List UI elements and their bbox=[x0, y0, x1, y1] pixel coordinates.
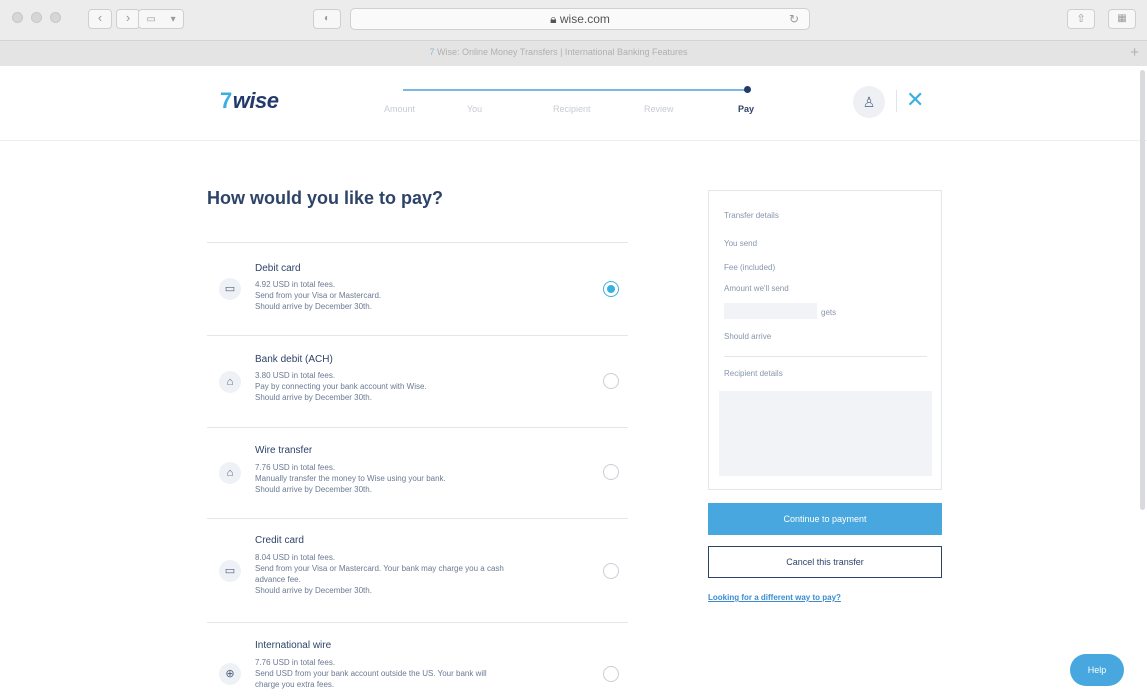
fee-label: Fee (included) bbox=[724, 263, 776, 272]
radio-debit-card[interactable] bbox=[603, 281, 619, 297]
back-button[interactable]: ‹ bbox=[88, 9, 112, 29]
minimize-window-button[interactable] bbox=[31, 12, 42, 23]
option-description: Send from your Visa or Mastercard. bbox=[255, 291, 382, 300]
option-fee: 7.76 USD in total fees. bbox=[255, 658, 336, 667]
forward-button[interactable]: › bbox=[116, 9, 140, 29]
step-review: Review bbox=[644, 104, 674, 114]
payment-option-wire-transfer[interactable]: ⌂ Wire transfer 7.76 USD in total fees. … bbox=[207, 428, 628, 519]
wise-favicon-icon: 7 bbox=[429, 47, 435, 57]
chevron-down-icon: ▾ bbox=[170, 13, 176, 25]
address-bar[interactable]: 🔒︎ wise.com ↻ bbox=[350, 8, 810, 30]
privacy-report-button[interactable]: ◐ bbox=[313, 9, 341, 29]
option-description: Manually transfer the money to Wise usin… bbox=[255, 474, 446, 483]
tab-overview-button[interactable]: ▦ bbox=[1108, 9, 1136, 29]
lock-icon: 🔒︎ bbox=[550, 12, 557, 26]
different-way-to-pay-link[interactable]: Looking for a different way to pay? bbox=[708, 593, 841, 602]
radio-credit-card[interactable] bbox=[603, 563, 619, 579]
recipient-details-heading: Recipient details bbox=[724, 369, 783, 378]
site-header: 7wise Amount You Recipient Review Pay ♙ … bbox=[0, 66, 1147, 141]
window-controls bbox=[12, 12, 61, 23]
close-window-button[interactable] bbox=[12, 12, 23, 23]
transfer-summary-panel: Transfer details You send Fee (included)… bbox=[708, 190, 942, 490]
radio-wire-transfer[interactable] bbox=[603, 464, 619, 480]
option-arrival: Should arrive by December 30th. bbox=[255, 485, 372, 494]
user-icon: ♙ bbox=[862, 94, 876, 110]
card-icon: ▭ bbox=[219, 278, 241, 300]
step-pay: Pay bbox=[738, 104, 755, 114]
cancel-transfer-button[interactable]: Cancel this transfer bbox=[708, 546, 942, 578]
option-title: Wire transfer bbox=[255, 445, 313, 456]
page-scrollbar[interactable] bbox=[1140, 70, 1145, 510]
tab-strip: 7 Wise: Online Money Transfers | Interna… bbox=[0, 40, 1147, 66]
payment-option-international-wire[interactable]: ⊕ International wire 7.76 USD in total f… bbox=[207, 623, 628, 699]
option-description: Pay by connecting your bank account with… bbox=[255, 382, 427, 391]
recipient-name-placeholder bbox=[724, 303, 817, 319]
browser-chrome: ‹ › ▭ ▾ ◐ 🔒︎ wise.com ↻ ⇧ ▦ 7 Wise: Onli… bbox=[0, 0, 1147, 66]
wise-flag-icon: 7 bbox=[220, 88, 232, 113]
continue-to-payment-button[interactable]: Continue to payment bbox=[708, 503, 942, 535]
gets-label: gets bbox=[821, 308, 837, 317]
page-title: How would you like to pay? bbox=[207, 188, 444, 208]
share-icon: ⇧ bbox=[1076, 13, 1086, 25]
wise-logo[interactable]: 7wise bbox=[220, 88, 279, 114]
url-text: wise.com bbox=[559, 12, 610, 26]
shield-icon: ◐ bbox=[323, 13, 331, 24]
option-fee: 4.92 USD in total fees. bbox=[255, 280, 336, 289]
bank-icon: ⌂ bbox=[219, 462, 241, 484]
option-title: Credit card bbox=[255, 535, 304, 546]
payment-option-bank-debit[interactable]: ⌂ Bank debit (ACH) 3.80 USD in total fee… bbox=[207, 336, 628, 428]
option-fee: 3.80 USD in total fees. bbox=[255, 371, 336, 380]
transfer-details-heading: Transfer details bbox=[724, 211, 779, 220]
option-description-continued: advance fee. bbox=[255, 575, 301, 584]
header-divider bbox=[896, 90, 897, 112]
option-arrival: Should arrive by December 30th. bbox=[255, 393, 372, 402]
step-progress-marker bbox=[744, 86, 751, 93]
step-amount: Amount bbox=[384, 104, 416, 114]
payment-option-debit-card[interactable]: ▭ Debit card 4.92 USD in total fees. Sen… bbox=[207, 243, 628, 336]
close-icon[interactable]: ✕ bbox=[906, 86, 924, 114]
history-nav: ‹ › bbox=[88, 9, 140, 29]
card-icon: ▭ bbox=[219, 560, 241, 582]
step-progress-bar bbox=[403, 89, 747, 91]
active-tab[interactable]: 7 Wise: Online Money Transfers | Interna… bbox=[0, 47, 1117, 57]
tabs-icon: ▦ bbox=[1117, 13, 1127, 24]
step-you: You bbox=[467, 104, 483, 114]
option-description: Send USD from your bank account outside … bbox=[255, 669, 487, 678]
help-button[interactable]: Help bbox=[1070, 654, 1124, 686]
zoom-window-button[interactable] bbox=[50, 12, 61, 23]
sidebar-icon: ▭ bbox=[146, 13, 156, 25]
option-title: Bank debit (ACH) bbox=[255, 354, 333, 365]
tab-title: Wise: Online Money Transfers | Internati… bbox=[437, 47, 688, 57]
radio-international-wire[interactable] bbox=[603, 666, 619, 682]
option-title: International wire bbox=[255, 640, 332, 651]
option-description: Send from your Visa or Mastercard. Your … bbox=[255, 564, 504, 573]
sidebar-toggle-button[interactable]: ▭ ▾ bbox=[138, 9, 184, 29]
option-arrival: Should arrive by December 30th. bbox=[255, 302, 372, 311]
radio-bank-debit[interactable] bbox=[603, 373, 619, 389]
new-tab-button[interactable]: + bbox=[1130, 44, 1139, 61]
account-button[interactable]: ♙ bbox=[853, 86, 885, 118]
bank-icon: ⌂ bbox=[219, 371, 241, 393]
option-title: Debit card bbox=[255, 263, 301, 274]
option-fee: 7.76 USD in total fees. bbox=[255, 463, 336, 472]
logo-text: wise bbox=[232, 88, 279, 113]
summary-divider bbox=[724, 356, 927, 357]
option-arrival: Should arrive by December 30th. bbox=[255, 586, 372, 595]
recipient-details-placeholder bbox=[719, 391, 932, 476]
payment-option-credit-card[interactable]: ▭ Credit card 8.04 USD in total fees. Se… bbox=[207, 519, 628, 623]
option-description-continued: charge you extra fees. bbox=[255, 680, 335, 689]
step-recipient: Recipient bbox=[553, 104, 591, 114]
reload-icon[interactable]: ↻ bbox=[789, 9, 799, 29]
should-arrive-label: Should arrive bbox=[724, 332, 772, 341]
you-send-label: You send bbox=[724, 239, 758, 248]
share-button[interactable]: ⇧ bbox=[1067, 9, 1095, 29]
amount-we-send-label: Amount we'll send bbox=[724, 284, 789, 293]
globe-icon: ⊕ bbox=[219, 663, 241, 685]
option-fee: 8.04 USD in total fees. bbox=[255, 553, 336, 562]
